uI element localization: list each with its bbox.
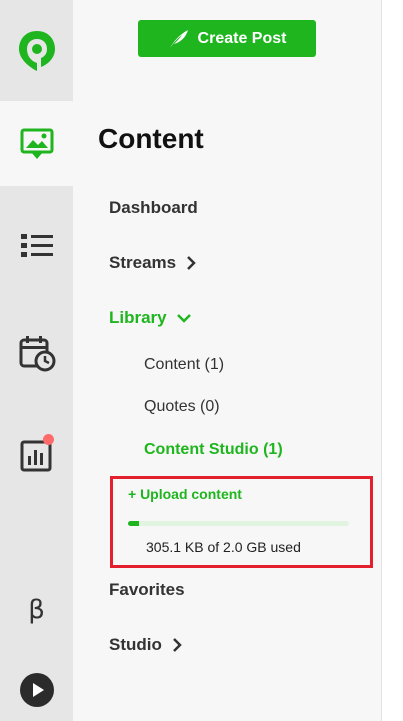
content-area-edge	[381, 0, 403, 721]
notification-dot	[43, 434, 54, 445]
calendar-clock-icon	[19, 336, 55, 372]
upload-section: + Upload content 305.1 KB of 2.0 GB used	[110, 476, 373, 568]
create-post-button[interactable]: Create Post	[138, 20, 316, 57]
rail-item-beta[interactable]: β	[0, 575, 73, 645]
nav-streams[interactable]: Streams	[109, 253, 196, 273]
content-panel: Create Post Content Dashboard Streams Li…	[73, 0, 381, 721]
storage-progress-fill	[128, 521, 140, 526]
rail-item-play[interactable]	[0, 660, 73, 720]
library-item-content-studio[interactable]: Content Studio (1)	[144, 441, 283, 459]
nav-studio-label: Studio	[109, 635, 162, 654]
chevron-down-icon	[176, 314, 191, 323]
content-image-icon	[20, 128, 53, 159]
nav-library[interactable]: Library	[109, 308, 191, 328]
rail-item-calendar[interactable]	[0, 313, 73, 393]
list-icon	[20, 234, 53, 257]
rail-item-content[interactable]	[0, 101, 73, 186]
nav-favorites-label: Favorites	[109, 580, 185, 599]
feather-icon	[169, 29, 188, 48]
rail-item-list[interactable]	[0, 206, 73, 286]
beta-icon: β	[28, 595, 45, 625]
nav-favorites[interactable]: Favorites	[109, 580, 185, 600]
chevron-right-icon	[173, 638, 182, 652]
chevron-right-icon	[187, 256, 196, 270]
library-item-content[interactable]: Content (1)	[144, 356, 224, 374]
left-rail: β	[0, 0, 73, 721]
play-icon	[19, 673, 54, 707]
nav-streams-label: Streams	[109, 253, 177, 272]
nav-dashboard[interactable]: Dashboard	[109, 198, 198, 218]
storage-progress-bar	[128, 521, 349, 526]
upload-content-link[interactable]: + Upload content	[128, 486, 242, 502]
rail-item-analytics[interactable]	[0, 415, 73, 495]
page-title: Content	[98, 123, 204, 154]
nav-library-label: Library	[109, 308, 167, 327]
library-item-quotes[interactable]: Quotes (0)	[144, 398, 220, 416]
logo[interactable]	[0, 0, 73, 101]
storage-usage-text: 305.1 KB of 2.0 GB used	[146, 539, 301, 555]
nav-dashboard-label: Dashboard	[109, 198, 198, 217]
nav-studio[interactable]: Studio	[109, 635, 182, 655]
pin-logo-icon	[18, 30, 55, 71]
create-post-label: Create Post	[197, 29, 287, 47]
